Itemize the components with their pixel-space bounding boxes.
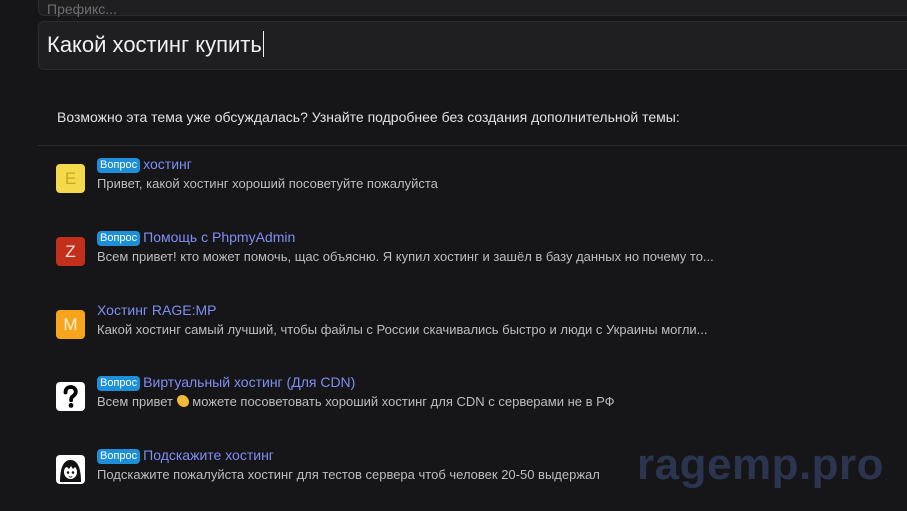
create-thread-page: Префикс... Какой хостинг купить Возможно…: [0, 0, 907, 511]
site-watermark: ragemp.pro: [637, 440, 885, 489]
thread-title-link[interactable]: Хостинг RAGE:MP: [97, 302, 217, 318]
thread-title-input[interactable]: Какой хостинг купить: [38, 21, 907, 70]
question-badge: Вопрос: [97, 449, 141, 464]
user-avatar[interactable]: E: [56, 164, 85, 193]
snippet-text: Всем привет: [97, 394, 173, 409]
anime-girl-avatar[interactable]: [56, 455, 85, 484]
thread-snippet: Какой хостинг самый лучший, чтобы файлы …: [97, 322, 708, 337]
user-avatar[interactable]: Z: [56, 237, 85, 266]
thread-title-link[interactable]: Помощь с PhpmyAdmin: [143, 229, 295, 245]
thread-snippet: Подскажите пожалуйста хостинг для тестов…: [97, 467, 600, 482]
thread-title-line: Вопрос Виртуальный хостинг (Для CDN): [97, 374, 355, 391]
similar-threads-heading: Возможно эта тема уже обсуждалась? Узнай…: [57, 109, 680, 125]
thread-title-line: Вопрос хостинг: [97, 156, 192, 173]
user-avatar[interactable]: M: [56, 310, 85, 339]
similar-thread-item[interactable]: E Вопрос хостинг Привет, какой хостинг хо…: [56, 156, 896, 214]
question-badge: Вопрос: [97, 376, 141, 391]
thread-title-line: Вопрос Подскажите хостинг: [97, 447, 274, 464]
prefix-select[interactable]: Префикс...: [38, 0, 907, 17]
question-mark-icon[interactable]: [56, 382, 85, 411]
similar-thread-item[interactable]: M Хостинг RAGE:MP Какой хостинг самый лу…: [56, 302, 896, 360]
thread-title-link[interactable]: Подскажите хостинг: [143, 447, 274, 463]
similar-thread-item[interactable]: Z Вопрос Помощь с PhpmyAdmin Всем привет!…: [56, 229, 896, 287]
question-badge: Вопрос: [97, 158, 141, 173]
thread-title-link[interactable]: Виртуальный хостинг (Для CDN): [143, 374, 355, 390]
similar-thread-item[interactable]: Вопрос Виртуальный хостинг (Для CDN) Всем…: [56, 374, 896, 432]
thread-snippet: Всем привет можете посоветовать хороший …: [97, 394, 615, 409]
question-badge: Вопрос: [97, 231, 141, 246]
thread-title-line: Хостинг RAGE:MP: [97, 302, 217, 318]
thread-snippet: Всем привет! кто может помочь, щас объяс…: [97, 249, 714, 264]
snippet-text: можете посоветовать хороший хостинг для …: [192, 394, 615, 409]
thread-title-value: Какой хостинг купить: [47, 32, 262, 57]
divider: [38, 145, 907, 146]
thread-snippet: Привет, какой хостинг хороший посоветуйт…: [97, 176, 438, 191]
prefix-placeholder: Префикс...: [47, 1, 117, 17]
waving-hand-icon: [176, 395, 189, 407]
thread-title-link[interactable]: хостинг: [143, 156, 192, 172]
text-caret: [262, 31, 265, 57]
thread-title-line: Вопрос Помощь с PhpmyAdmin: [97, 229, 295, 246]
